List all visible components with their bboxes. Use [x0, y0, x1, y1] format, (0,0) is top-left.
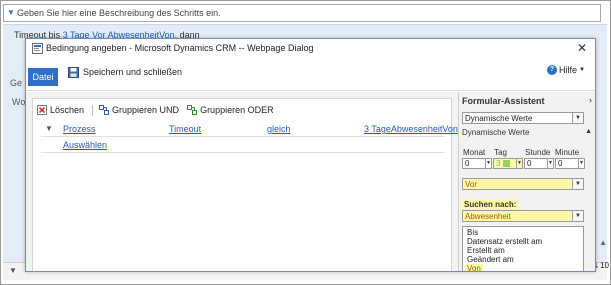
day-label: Tag [494, 148, 507, 157]
scroll-arrow-icon[interactable]: ▲ [599, 238, 607, 247]
row-chevron-icon[interactable]: ▼ [45, 124, 53, 133]
list-item[interactable]: Erstellt am [467, 246, 505, 255]
month-spinner[interactable]: 0 ▼ [462, 158, 492, 169]
source-select[interactable]: Dynamische Werte ▼ [462, 112, 584, 124]
delete-icon [37, 105, 47, 115]
chevron-down-icon: ▼ [578, 159, 584, 168]
search-entity-select[interactable]: Abwesenheit ▼ [462, 210, 584, 222]
hour-value: 0 [527, 159, 532, 168]
field-listbox[interactable]: Bis Datensatz erstellt am Erstellt am Ge… [462, 226, 584, 271]
dynamic-values-label: Dynamische Werte [462, 128, 530, 137]
condition-entity-link[interactable]: Prozess [63, 124, 96, 134]
chevron-up-icon: ▲ [585, 128, 592, 135]
month-value: 0 [465, 159, 470, 168]
save-icon [68, 66, 79, 78]
save-and-close-button[interactable]: Speichern und schließen [68, 65, 182, 79]
toolbar-separator [92, 104, 94, 116]
save-and-close-label: Speichern und schließen [83, 67, 183, 77]
duration-labels: Monat Tag Stunde Minute [461, 148, 595, 158]
dialog-app-icon [32, 43, 43, 54]
condition-value-link[interactable]: 3 TageAbwesenheitVon [364, 124, 458, 134]
chevron-down-icon: ▼ [485, 159, 491, 168]
group-and-label: Gruppieren UND [112, 105, 180, 115]
hour-spinner[interactable]: 0 ▼ [524, 158, 554, 169]
hour-label: Stunde [525, 148, 551, 157]
list-item[interactable]: Datensatz erstellt am [467, 237, 542, 246]
chevron-down-icon: ▼ [579, 67, 585, 73]
collapse-chevron-icon[interactable]: ▼ [7, 8, 15, 17]
delete-button[interactable]: Löschen [37, 105, 84, 115]
background-label-a: Ge [10, 78, 23, 88]
bottom-chevron-icon[interactable]: ▼ [9, 266, 17, 275]
minute-value: 0 [558, 159, 563, 168]
group-or-button[interactable]: Gruppieren ODER [187, 105, 274, 115]
minute-spinner[interactable]: 0 ▼ [555, 158, 585, 169]
chevron-down-icon: ▼ [572, 179, 583, 189]
step-description-field[interactable]: ▼ Geben Sie hier eine Beschreibung des S… [3, 4, 601, 22]
chevron-right-icon[interactable]: › [589, 95, 592, 105]
month-label: Monat [463, 148, 486, 157]
dialog-titlebar: Bedingung angeben - Microsoft Dynamics C… [26, 39, 595, 59]
day-value: 3 [496, 159, 501, 168]
group-and-icon [99, 105, 110, 115]
dialog-body: Löschen Gruppieren UND Gruppieren ODER ▼… [26, 92, 595, 271]
delete-label: Löschen [50, 105, 85, 115]
condition-editor: Löschen Gruppieren UND Gruppieren ODER ▼… [32, 98, 458, 271]
direction-select-value: Vor [465, 180, 478, 189]
dynamic-values-header[interactable]: Dynamische Werte ▲ [459, 128, 595, 140]
search-entity-value: Abwesenheit [465, 212, 511, 221]
condition-row: ▼ Prozess Timeout gleich 3 TageAbwesenhe… [41, 121, 458, 137]
list-item[interactable]: Geändert am [467, 255, 514, 264]
direction-select[interactable]: Vor ▼ [462, 178, 584, 190]
condition-add-row: Auswählen [41, 137, 445, 153]
ribbon: Datei Speichern und schließen ? Hilfe ▼ [26, 59, 595, 91]
day-selection-fill [503, 160, 510, 167]
background-label-b: Wo [12, 97, 26, 107]
form-assistant-panel: Formular-Assistent › Dynamische Werte ▼ … [458, 92, 595, 271]
list-item[interactable]: Bis [467, 228, 478, 237]
file-tab[interactable]: Datei [28, 68, 58, 86]
condition-field-link[interactable]: Timeout [169, 124, 201, 134]
group-and-button[interactable]: Gruppieren UND [99, 105, 179, 115]
day-spinner[interactable]: 3 ▼ [493, 158, 523, 169]
list-item-selected[interactable]: Von [465, 264, 483, 271]
dialog-title: Bedingung angeben - Microsoft Dynamics C… [46, 43, 314, 53]
condition-toolbar: Löschen Gruppieren UND Gruppieren ODER [37, 103, 282, 117]
group-or-icon [187, 105, 198, 115]
select-link[interactable]: Auswählen [63, 140, 107, 150]
close-icon[interactable]: ✕ [577, 41, 587, 55]
condition-dialog: Bedingung angeben - Microsoft Dynamics C… [25, 38, 596, 272]
minute-label: Minute [555, 148, 580, 157]
chevron-down-icon: ▼ [572, 211, 583, 221]
zoom-value: 10 [600, 261, 609, 270]
step-description-placeholder: Geben Sie hier eine Beschreibung des Sch… [17, 8, 221, 18]
chevron-down-icon: ▼ [516, 159, 522, 168]
chevron-down-icon: ▼ [547, 159, 553, 168]
help-icon: ? [547, 65, 558, 75]
form-assistant-title: Formular-Assistent [462, 96, 545, 106]
source-select-value: Dynamische Werte [465, 114, 533, 123]
group-or-label: Gruppieren ODER [200, 105, 274, 115]
form-assistant-header: Formular-Assistent › [459, 95, 595, 109]
help-button[interactable]: ? Hilfe ▼ [547, 65, 585, 75]
chevron-down-icon: ▼ [572, 113, 583, 123]
condition-operator-link[interactable]: gleich [267, 124, 291, 134]
help-label: Hilfe [559, 65, 578, 75]
search-for-label: Suchen nach: [462, 199, 519, 210]
